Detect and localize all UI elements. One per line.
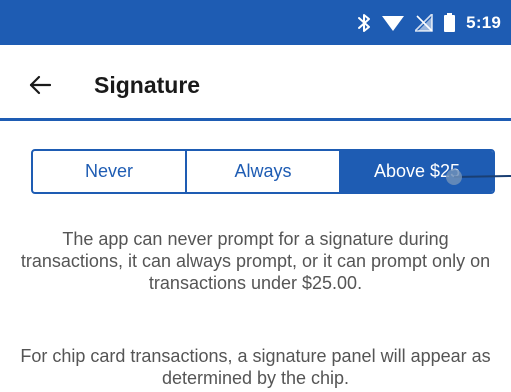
option-never[interactable]: Never <box>33 151 185 192</box>
status-icons: 5:19 <box>357 0 501 45</box>
battery-icon <box>444 13 456 32</box>
tutorial-pointer-dot <box>446 169 462 185</box>
app-bar-divider <box>0 118 511 121</box>
arrow-left-icon <box>29 75 51 95</box>
option-above-25[interactable]: Above $25 <box>341 151 493 192</box>
bluetooth-icon <box>357 13 371 33</box>
option-always[interactable]: Always <box>187 151 339 192</box>
signature-mode-selector: Never Always Above $25 <box>31 149 495 194</box>
signature-description: The app can never prompt for a signature… <box>20 229 491 293</box>
chip-card-note: For chip card transactions, a signature … <box>20 346 491 388</box>
signature-settings-screen: 5:19 Signature Never Always Above $25 Th… <box>0 0 511 392</box>
wifi-icon <box>382 14 405 32</box>
page-title: Signature <box>94 72 201 98</box>
back-button[interactable] <box>26 71 54 99</box>
no-signal-icon <box>415 13 433 32</box>
app-bar: Signature <box>0 45 511 122</box>
status-time: 5:19 <box>466 12 501 32</box>
status-bar: 5:19 <box>0 0 511 45</box>
